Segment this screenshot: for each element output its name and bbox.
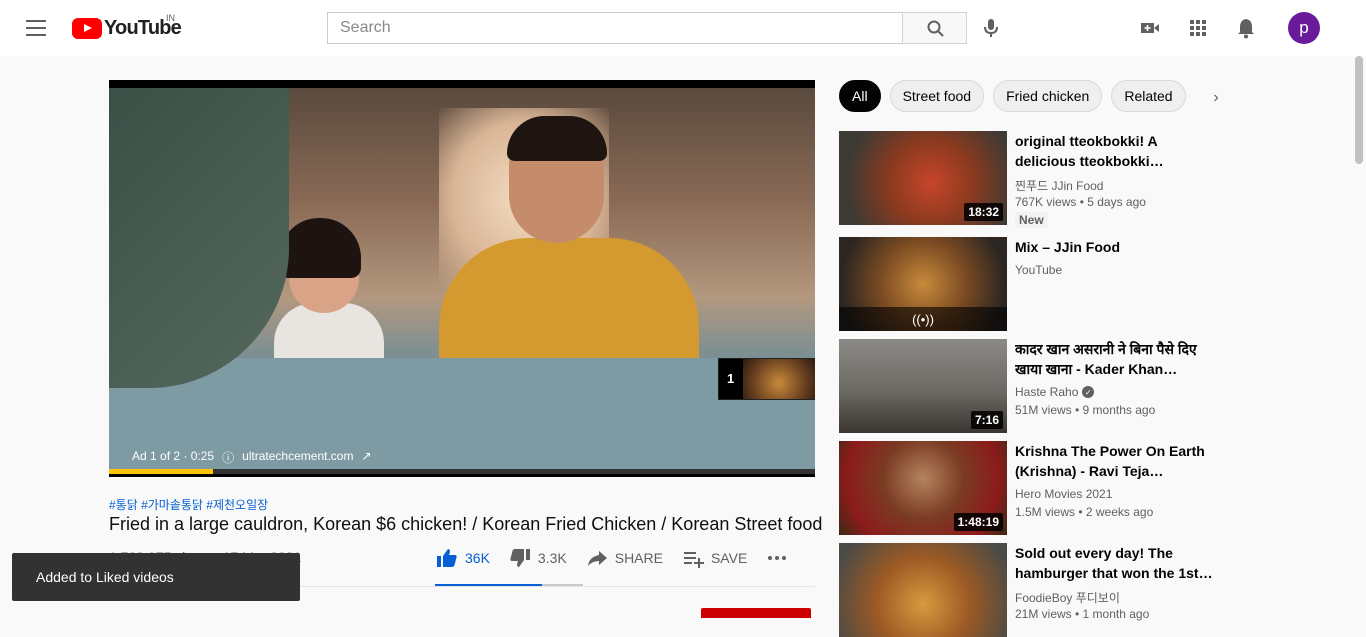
ad-queue-number: 1 bbox=[727, 371, 735, 386]
ad-domain-link[interactable]: ultratechcement.com bbox=[242, 449, 353, 466]
video-player[interactable]: Ad 1 of 2 · 0:25 ⓘ ultratechcement.com ↗… bbox=[109, 80, 815, 477]
recommendation-meta: 1.5M views • 2 weeks ago bbox=[1015, 505, 1154, 519]
recommendation-title[interactable]: कादर खान असरानी ने बिना पैसे दिए खाया खा… bbox=[1015, 339, 1220, 379]
video-duration: 18:32 bbox=[964, 203, 1003, 221]
playlist-add-icon bbox=[683, 552, 704, 568]
recommendation-title[interactable]: original tteokbokki! A delicious tteokbo… bbox=[1015, 131, 1220, 171]
recommendation-title[interactable]: Krishna The Power On Earth (Krishna) - R… bbox=[1015, 441, 1220, 481]
recommendation-channel[interactable]: Hero Movies 2021 bbox=[1015, 487, 1112, 501]
toast-notification: Added to Liked videos bbox=[12, 553, 300, 601]
video-title: Fried in a large cauldron, Korean $6 chi… bbox=[109, 514, 823, 534]
dislike-button[interactable]: 3.3K bbox=[508, 546, 567, 570]
recommendation-title[interactable]: Mix – JJin Food bbox=[1015, 237, 1220, 257]
chip-street-food[interactable]: Street food bbox=[889, 80, 985, 112]
recommendation-channel[interactable]: YouTube bbox=[1015, 263, 1062, 277]
ad-info-icon[interactable]: ⓘ bbox=[222, 449, 234, 466]
new-badge: New bbox=[1015, 212, 1048, 228]
recommendation-thumbnail[interactable] bbox=[839, 543, 1007, 637]
save-label: SAVE bbox=[710, 550, 748, 566]
more-actions-icon[interactable] bbox=[765, 546, 789, 570]
verified-check-icon: ✓ bbox=[1082, 386, 1095, 398]
external-link-icon: ↗ bbox=[361, 449, 372, 463]
hamburger-menu-icon[interactable] bbox=[20, 16, 52, 40]
recommendation-item[interactable]: 7:16 कादर खान असरानी ने बिना पैसे दिए खा… bbox=[839, 339, 1219, 433]
recommendation-item[interactable]: Sold out every day! The hamburger that w… bbox=[839, 543, 1219, 637]
ad-upnext-preview[interactable]: 1 bbox=[718, 358, 815, 400]
recommendation-meta: 51M views • 9 months ago bbox=[1015, 403, 1156, 417]
search-button[interactable] bbox=[902, 12, 967, 44]
region-code: IN bbox=[166, 13, 175, 23]
ad-counter: Ad 1 of 2 · 0:25 bbox=[132, 449, 215, 463]
subscribe-button[interactable] bbox=[701, 608, 811, 618]
video-duration: 7:16 bbox=[970, 411, 1003, 429]
video-actions: 36K 3.3K SHARE SAVE bbox=[435, 540, 807, 576]
recommendation-meta: 767K views • 5 days ago bbox=[1015, 195, 1146, 209]
recommendation-title[interactable]: Sold out every day! The hamburger that w… bbox=[1015, 543, 1220, 583]
related-filter-chips: All Street food Fried chicken Related bbox=[839, 80, 1186, 112]
recommendation-thumbnail[interactable]: 1:48:19 bbox=[839, 441, 1007, 535]
search-input[interactable]: Search bbox=[327, 12, 903, 44]
recommendation-channel[interactable]: Haste Raho ✓ bbox=[1015, 385, 1095, 399]
microphone-icon bbox=[984, 19, 998, 37]
recommendation-thumbnail[interactable]: ((•)) bbox=[839, 237, 1007, 331]
recommendation-item[interactable]: ((•)) Mix – JJin Food YouTube bbox=[839, 237, 1219, 331]
page-scrollbar[interactable] bbox=[1352, 56, 1366, 613]
recommendation-channel[interactable]: 찐푸드 JJin Food bbox=[1015, 177, 1103, 194]
video-hashtags[interactable]: #통닭 #가마솥통닭 #제천오일장 bbox=[109, 496, 268, 513]
chip-related[interactable]: Related bbox=[1111, 80, 1186, 112]
ad-info: Ad 1 of 2 · 0:25 ⓘ ultratechcement.com ↗ bbox=[132, 449, 372, 466]
share-button[interactable]: SHARE bbox=[585, 546, 663, 570]
recommendation-item[interactable]: 18:32 original tteokbokki! A delicious t… bbox=[839, 131, 1220, 228]
video-duration: 1:48:19 bbox=[953, 513, 1003, 531]
voice-search-button[interactable] bbox=[975, 12, 1007, 44]
channel-name: 찐푸드 JJin Food bbox=[1015, 179, 1104, 193]
thumbs-down-icon bbox=[510, 549, 530, 567]
channel-name: FoodieBoy 푸디보이 bbox=[1015, 591, 1120, 605]
recommendation-channel[interactable]: FoodieBoy 푸디보이 bbox=[1015, 589, 1120, 606]
youtube-play-icon bbox=[72, 17, 102, 39]
notifications-bell-icon[interactable] bbox=[1234, 16, 1258, 40]
recommendation-thumbnail[interactable]: 7:16 bbox=[839, 339, 1007, 433]
toast-message: Added to Liked videos bbox=[36, 569, 174, 585]
ad-preview-image bbox=[743, 359, 815, 399]
mix-overlay: ((•)) bbox=[839, 307, 1007, 331]
recommendation-meta: 21M views • 1 month ago bbox=[1015, 607, 1150, 621]
chip-all[interactable]: All bbox=[839, 80, 881, 112]
channel-name: Hero Movies 2021 bbox=[1015, 487, 1113, 501]
save-button[interactable]: SAVE bbox=[681, 546, 747, 570]
broadcast-icon: ((•)) bbox=[912, 311, 934, 327]
video-frame bbox=[109, 88, 815, 469]
thumbs-up-icon bbox=[437, 549, 457, 567]
dislike-count: 3.3K bbox=[537, 550, 567, 566]
account-avatar[interactable]: p bbox=[1288, 12, 1320, 44]
search-placeholder: Search bbox=[340, 19, 391, 36]
recommendation-item[interactable]: 1:48:19 Krishna The Power On Earth (Kris… bbox=[839, 441, 1219, 535]
like-count: 36K bbox=[465, 550, 490, 566]
like-button[interactable]: 36K bbox=[435, 546, 490, 570]
apps-grid-icon[interactable] bbox=[1186, 16, 1210, 40]
chip-fried-chicken[interactable]: Fried chicken bbox=[993, 80, 1103, 112]
youtube-logo[interactable]: YouTube IN bbox=[72, 13, 182, 40]
search-icon bbox=[927, 20, 944, 37]
recommendation-thumbnail[interactable]: 18:32 bbox=[839, 131, 1007, 225]
scrollbar-thumb[interactable] bbox=[1355, 56, 1363, 164]
masthead: YouTube IN Search p bbox=[0, 0, 1366, 56]
ad-progress-bar[interactable] bbox=[109, 469, 815, 474]
create-video-icon[interactable] bbox=[1138, 16, 1162, 40]
share-arrow-icon bbox=[587, 551, 607, 566]
share-label: SHARE bbox=[614, 550, 663, 566]
chevron-right-icon[interactable]: › bbox=[1204, 86, 1228, 110]
channel-name: Haste Raho bbox=[1015, 385, 1079, 399]
ad-progress-fill bbox=[109, 469, 213, 474]
channel-name: YouTube bbox=[1015, 263, 1063, 277]
